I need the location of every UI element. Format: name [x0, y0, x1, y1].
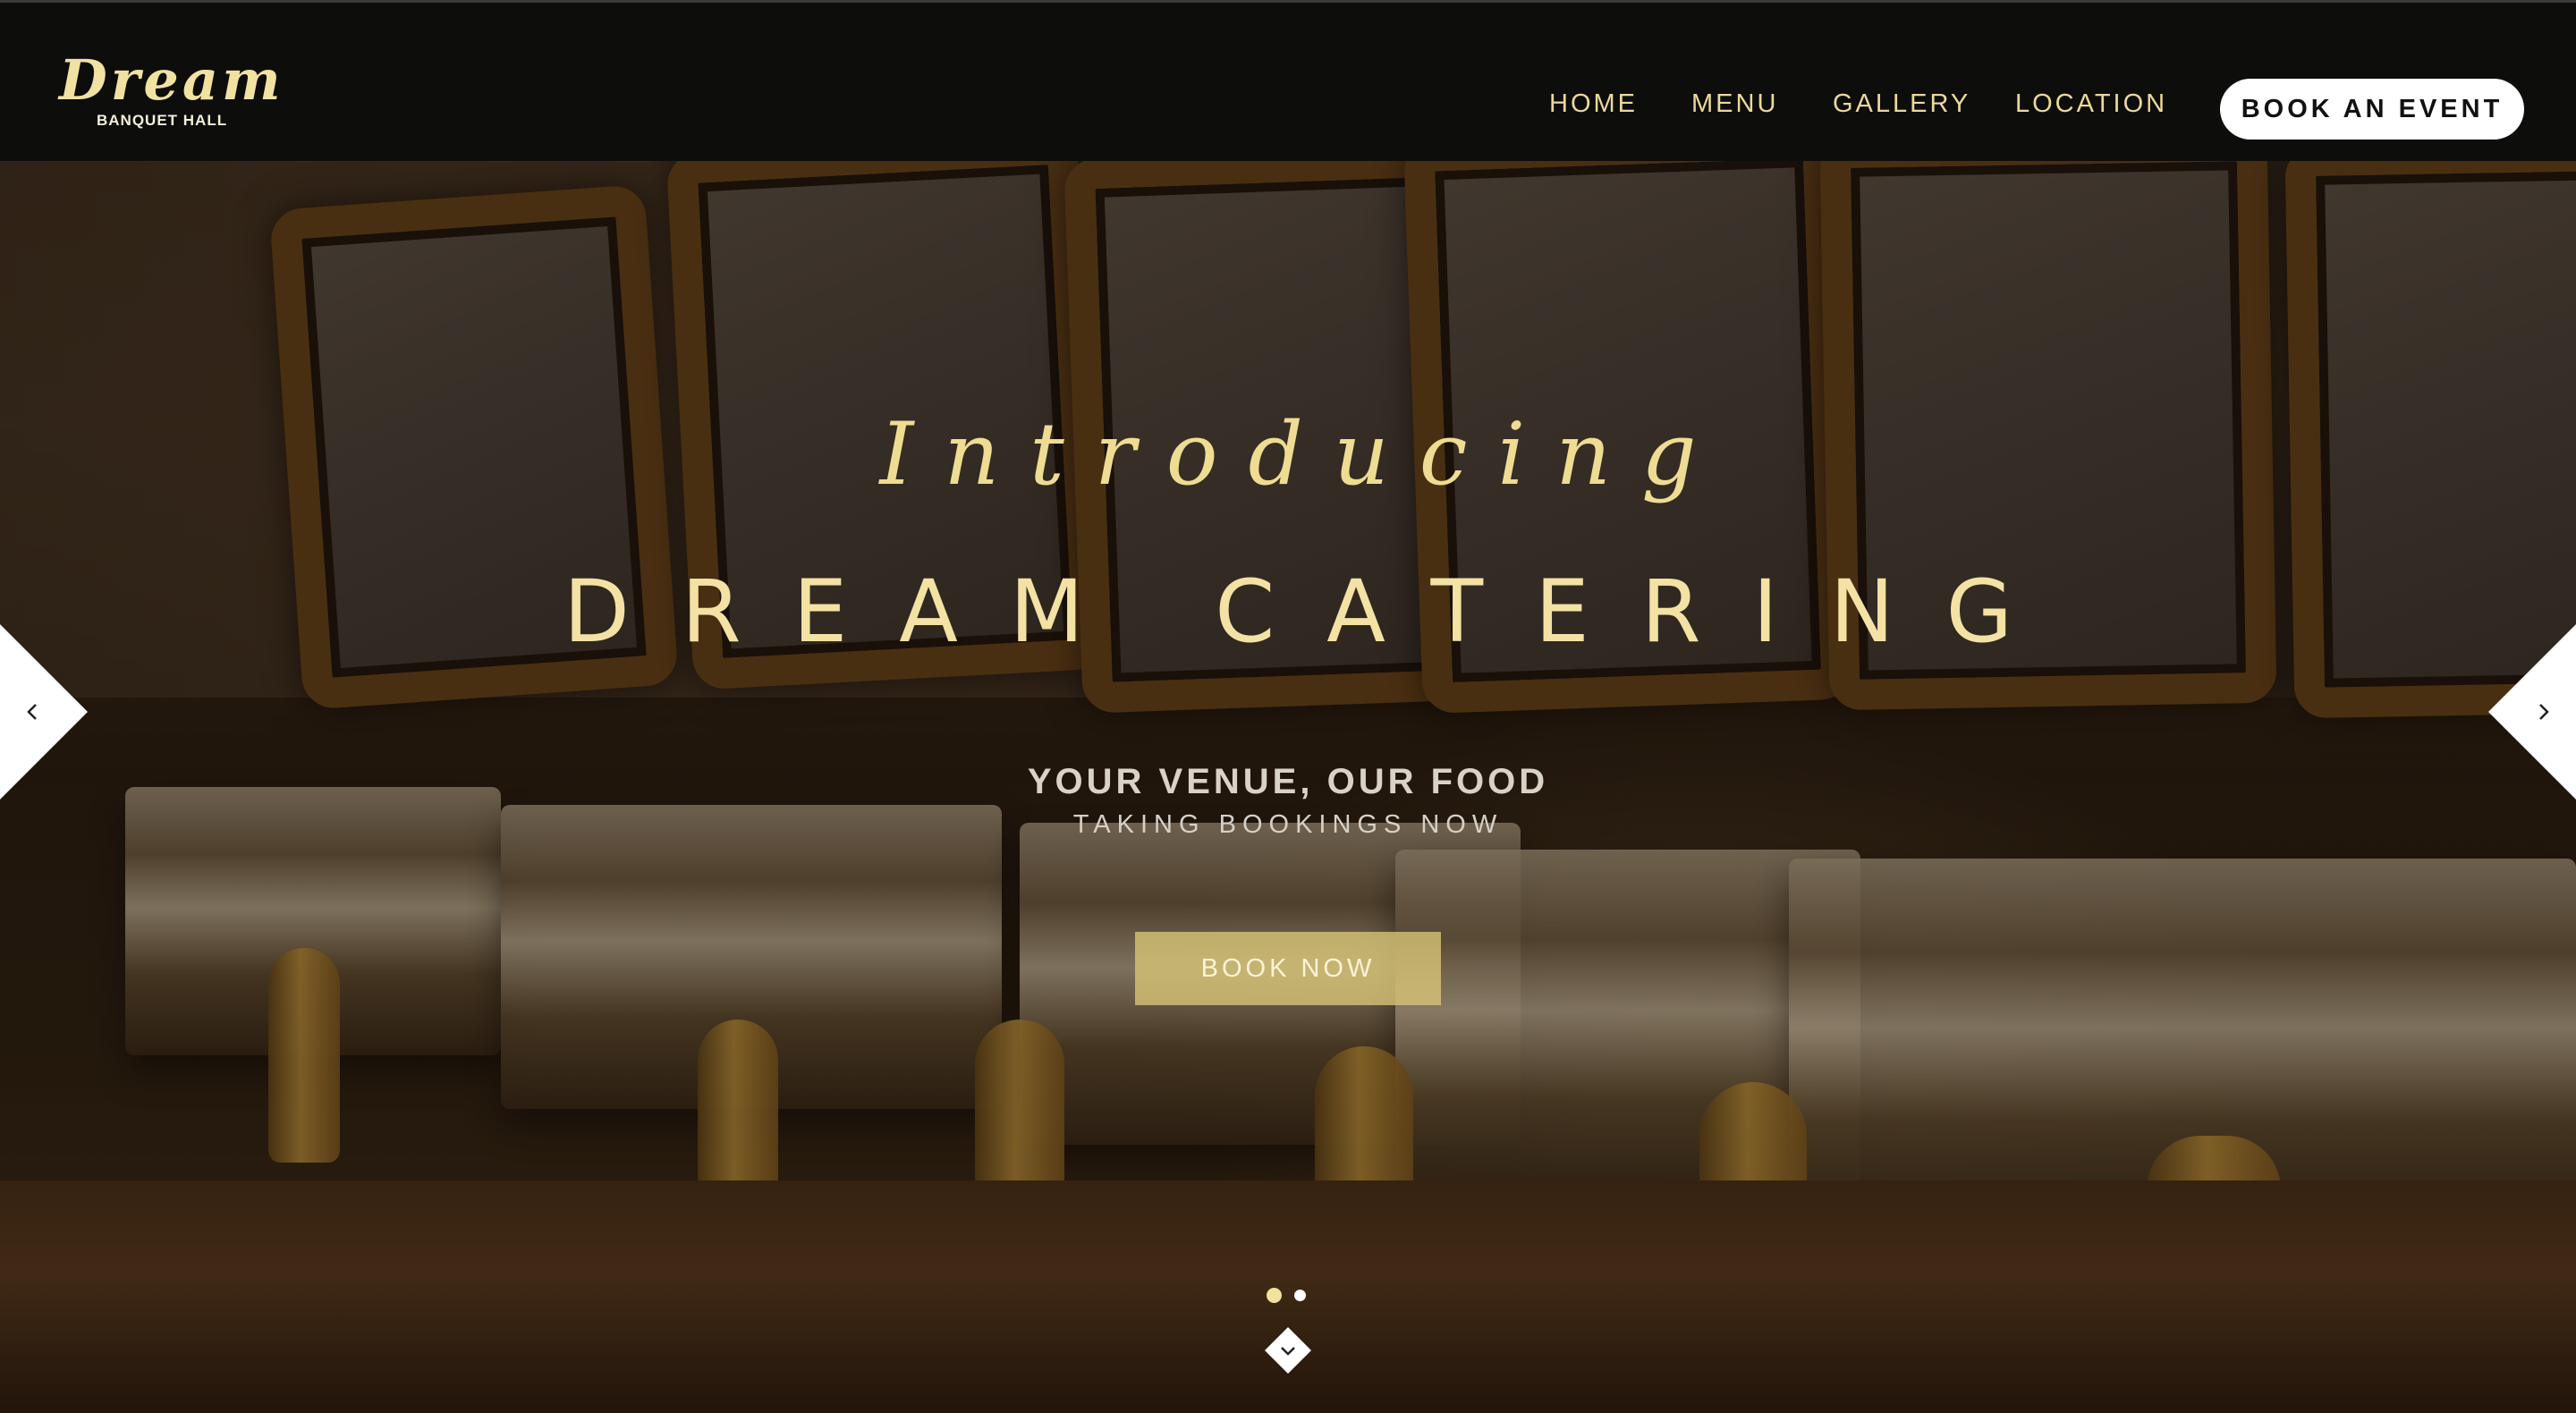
hero-title: DREAM CATERING [563, 562, 2065, 662]
carousel-dot-active[interactable] [1267, 1288, 1282, 1303]
hero-subtagline: TAKING BOOKINGS NOW [1072, 810, 1504, 839]
site-logo[interactable]: Dream BANQUET HALL [59, 47, 284, 139]
nav-link-home[interactable]: HOME [1549, 89, 1638, 119]
book-an-event-button[interactable]: BOOK AN EVENT [2220, 79, 2524, 140]
nav-link-gallery[interactable]: GALLERY [1833, 89, 1970, 119]
carousel-prev-button[interactable] [0, 624, 88, 800]
carousel-dot[interactable] [1294, 1290, 1306, 1301]
site-header: Dream BANQUET HALL [0, 0, 2576, 161]
hero-tagline: YOUR VENUE, OUR FOOD [1027, 762, 1549, 801]
scroll-down-button[interactable] [1263, 1325, 1313, 1375]
nav-link-location[interactable]: LOCATION [2015, 89, 2167, 119]
hero-intro-text: Introducing [879, 404, 1727, 504]
book-now-button[interactable]: BOOK NOW [1135, 932, 1441, 1005]
chevron-right-icon [2488, 624, 2576, 800]
carousel-pagination [1267, 1288, 1311, 1306]
carousel-next-button[interactable] [2488, 624, 2576, 800]
hero-bg-overlay [0, 0, 2576, 1413]
logo-subtitle: BANQUET HALL [97, 112, 228, 129]
chevron-down-icon [1265, 1327, 1311, 1374]
logo-wordmark: Dream [59, 47, 284, 113]
nav-link-menu[interactable]: MENU [1691, 89, 1778, 119]
hero-background-image [0, 0, 2576, 1413]
chevron-left-icon [0, 624, 88, 800]
